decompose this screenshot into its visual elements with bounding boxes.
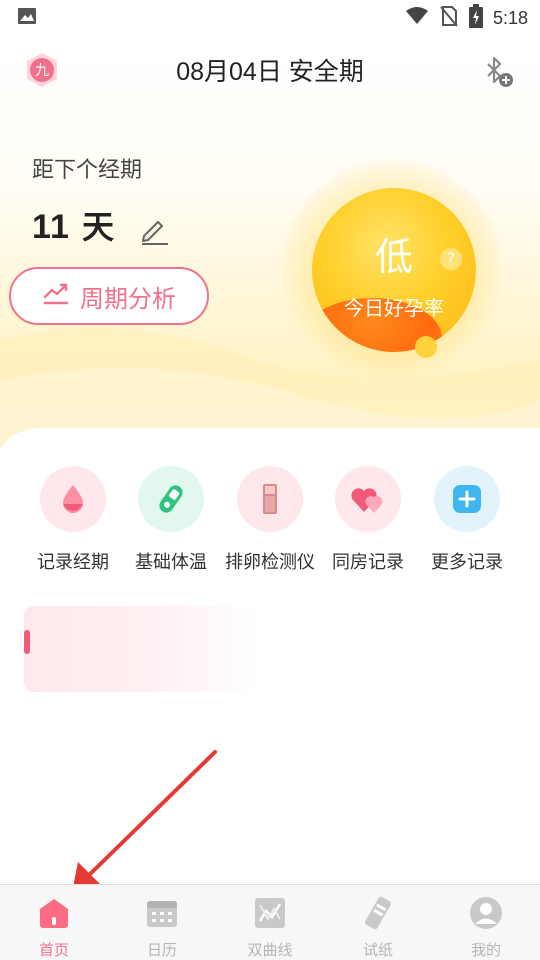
fertility-indicator[interactable]: 低 ? 今日好孕率 (282, 160, 502, 380)
thermometer-icon (138, 466, 204, 532)
nav-profile[interactable]: 我的 (432, 885, 540, 960)
basal-temp-label: 基础体温 (135, 552, 207, 573)
test-strip-icon (365, 896, 391, 930)
tip-card[interactable] (24, 606, 260, 692)
countdown-unit: 天 (81, 208, 114, 246)
tip-card-marker (24, 630, 30, 654)
nav-test-strip[interactable]: 试纸 (324, 885, 432, 960)
cycle-analysis-button[interactable]: 周期分析 (9, 267, 209, 325)
arrow-annotation (72, 750, 217, 892)
trend-icon (42, 279, 70, 313)
nav-home-label: 首页 (38, 941, 69, 959)
more-records-button[interactable]: 更多记录 (417, 466, 517, 574)
no-sim-icon (439, 5, 459, 31)
calendar-icon (147, 901, 177, 927)
bottom-nav: 首页 日历 双曲线 试纸 我的 (0, 884, 540, 960)
basal-temp-button[interactable]: 基础体温 (121, 466, 221, 574)
edit-icon[interactable] (138, 214, 170, 246)
image-icon (16, 5, 38, 31)
fertility-sun: 低 ? 今日好孕率 (312, 188, 476, 352)
intercourse-record-label: 同房记录 (332, 552, 404, 573)
battery-charging-icon (468, 4, 483, 32)
sun-decoration (415, 336, 437, 358)
home-icon (40, 899, 68, 928)
nav-curves-label: 双曲线 (247, 941, 293, 959)
hearts-icon (335, 466, 401, 532)
fertility-label: 今日好孕率 (344, 296, 444, 320)
record-period-label: 记录经期 (37, 552, 109, 573)
nav-profile-label: 我的 (470, 941, 501, 959)
countdown-days: 11 (32, 208, 70, 246)
profile-icon (470, 897, 502, 929)
status-bar: 5:18 (0, 0, 540, 36)
nav-calendar[interactable]: 日历 (108, 885, 216, 960)
chart-icon (255, 898, 285, 928)
ovulation-tester-icon (237, 466, 303, 532)
wifi-icon (405, 5, 429, 31)
nav-curves[interactable]: 双曲线 (216, 885, 324, 960)
avatar[interactable]: 九 (24, 52, 60, 88)
bluetooth-add-icon[interactable] (480, 54, 516, 90)
svg-text:九: 九 (35, 63, 49, 79)
countdown-value: 11 天 (32, 202, 114, 248)
nav-test-strip-label: 试纸 (362, 941, 393, 959)
countdown-label: 距下个经期 (32, 158, 143, 183)
plus-icon (434, 466, 500, 532)
page-title: 08月04日 安全期 (176, 58, 364, 86)
help-icon[interactable]: ? (440, 248, 462, 270)
header: 九 08月04日 安全期 (0, 40, 540, 100)
nav-home[interactable]: 首页 (0, 885, 108, 960)
ovulation-tester-button[interactable]: 排卵检测仪 (220, 466, 320, 574)
status-time: 5:18 (492, 7, 528, 28)
more-records-label: 更多记录 (431, 552, 503, 573)
quick-records: 记录经期 基础体温 排卵检测仪 同房记录 更多记录 (0, 466, 540, 586)
blood-drop-icon (40, 466, 106, 532)
intercourse-record-button[interactable]: 同房记录 (318, 466, 418, 574)
nav-calendar-label: 日历 (146, 941, 177, 959)
record-period-button[interactable]: 记录经期 (23, 466, 123, 574)
ovulation-tester-label: 排卵检测仪 (225, 552, 315, 573)
cycle-analysis-label: 周期分析 (80, 284, 176, 313)
